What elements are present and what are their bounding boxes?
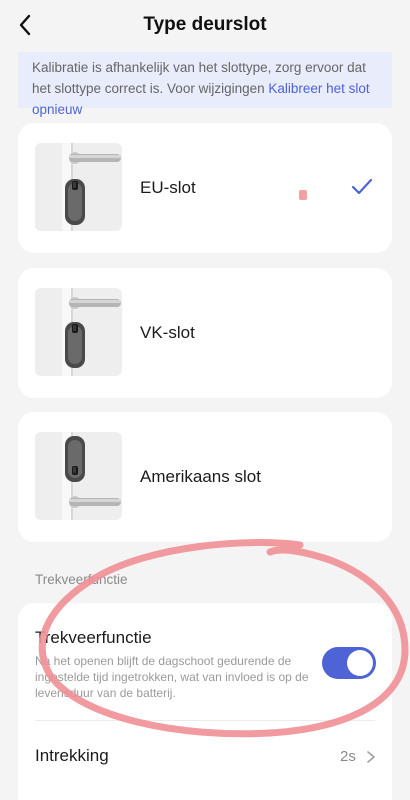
lock-option-eu[interactable]: EU-slot — [18, 123, 392, 253]
back-button[interactable] — [10, 10, 40, 40]
lock-option-uk[interactable]: VK-slot — [18, 268, 392, 398]
lock-option-label: Amerikaans slot — [140, 467, 261, 486]
uk-lock-icon — [35, 288, 122, 376]
lock-option-label: VK-slot — [140, 323, 195, 342]
page-title: Type deurslot — [143, 14, 267, 35]
checkmark-icon — [351, 178, 373, 195]
eu-lock-icon — [35, 143, 122, 231]
top-bar: Type deurslot — [0, 0, 410, 50]
toggle-knob — [347, 650, 373, 676]
spring-function-description: Na het openen blijft de dagschoot gedure… — [35, 654, 309, 700]
calibration-notice: Kalibratie is afhankelijk van het slotty… — [18, 52, 392, 117]
divider — [35, 720, 375, 721]
chevron-right-icon[interactable] — [366, 750, 376, 764]
lock-option-label: EU-slot — [140, 178, 196, 197]
annotation-mark — [299, 190, 307, 200]
spring-function-title: Trekveerfunctie — [35, 628, 152, 647]
lock-option-us[interactable]: Amerikaans slot — [18, 412, 392, 542]
retraction-title[interactable]: Intrekking — [35, 746, 109, 766]
spring-function-toggle[interactable] — [322, 647, 376, 679]
us-lock-icon — [35, 432, 122, 520]
retraction-value[interactable]: 2s — [340, 748, 356, 765]
chevron-left-icon — [19, 14, 31, 36]
section-header: Trekveerfunctie — [35, 572, 128, 587]
settings-card: Trekveerfunctie Na het openen blijft de … — [18, 603, 392, 800]
